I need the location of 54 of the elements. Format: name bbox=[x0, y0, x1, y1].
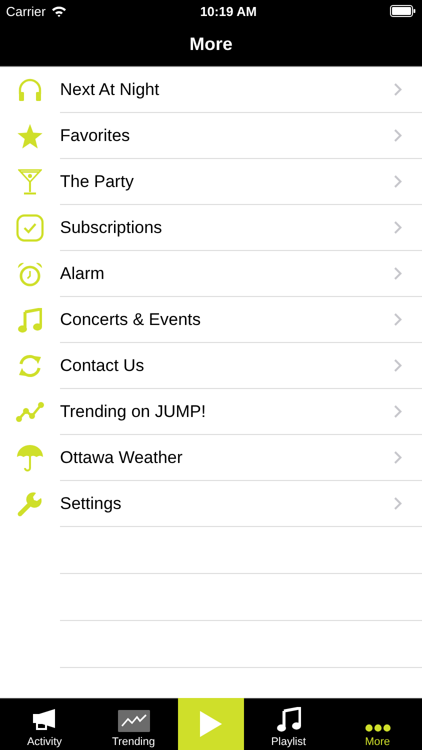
page-title: More bbox=[189, 34, 232, 54]
chevron-icon bbox=[394, 175, 402, 188]
menu-item-label: Contact Us bbox=[60, 356, 144, 376]
menu-item[interactable]: Settings bbox=[0, 481, 422, 527]
chevron-icon bbox=[394, 129, 402, 142]
tab[interactable]: Playlist bbox=[244, 699, 333, 750]
menu-item[interactable]: Ottawa Weather bbox=[0, 435, 422, 481]
menu-item-label: Favorites bbox=[60, 126, 130, 146]
clock-time: 10:19 AM bbox=[200, 4, 257, 18]
battery-icon bbox=[390, 5, 416, 17]
star-icon bbox=[17, 124, 43, 148]
menu-item-label: Ottawa Weather bbox=[60, 448, 183, 468]
chart-icon bbox=[118, 710, 150, 732]
menu-item[interactable]: Alarm bbox=[0, 251, 422, 297]
music-note-icon bbox=[276, 707, 300, 732]
chevron-icon bbox=[394, 451, 402, 464]
chevron-icon bbox=[394, 359, 402, 372]
play-button[interactable] bbox=[178, 698, 244, 750]
tab[interactable]: Activity bbox=[0, 699, 89, 750]
menu-item-label: Subscriptions bbox=[60, 218, 162, 238]
cocktail-glass-icon bbox=[18, 169, 42, 195]
menu-item-label: Next At Night bbox=[60, 80, 160, 100]
headphones-icon bbox=[17, 78, 43, 102]
chevron-icon bbox=[394, 313, 402, 326]
menu-item[interactable]: Trending on JUMP! bbox=[0, 389, 422, 435]
carrier-name: Carrier bbox=[6, 4, 46, 18]
chevron-icon bbox=[394, 221, 402, 234]
menu-item[interactable]: The Party bbox=[0, 159, 422, 205]
chevron-icon bbox=[394, 83, 402, 96]
menu-item[interactable]: Favorites bbox=[0, 113, 422, 159]
more-icon bbox=[364, 724, 390, 732]
wifi-icon bbox=[50, 5, 67, 17]
checkbox-icon bbox=[16, 214, 44, 242]
line-chart-icon bbox=[16, 401, 44, 423]
play-icon bbox=[200, 711, 222, 737]
refresh-icon bbox=[17, 354, 43, 378]
music-note-icon bbox=[18, 308, 42, 332]
tab[interactable]: More bbox=[333, 699, 422, 750]
menu-item[interactable]: Next At Night bbox=[0, 67, 422, 113]
chevron-icon bbox=[394, 405, 402, 418]
umbrella-icon bbox=[16, 444, 44, 472]
menu-item-label: Concerts & Events bbox=[60, 310, 201, 330]
menu-item-label: The Party bbox=[60, 172, 134, 192]
menu-item[interactable]: Contact Us bbox=[0, 343, 422, 389]
chevron-icon bbox=[394, 497, 402, 510]
tab[interactable]: Trending bbox=[89, 699, 178, 750]
chevron-icon bbox=[394, 267, 402, 280]
wrench-icon bbox=[17, 491, 43, 517]
menu-item-label: Settings bbox=[60, 494, 122, 514]
menu-item-label: Alarm bbox=[60, 264, 104, 284]
alarm-clock-icon bbox=[17, 262, 43, 286]
menu-item[interactable]: Subscriptions bbox=[0, 205, 422, 251]
menu-item[interactable]: Concerts & Events bbox=[0, 297, 422, 343]
menu-item-label: Trending on JUMP! bbox=[60, 402, 206, 422]
